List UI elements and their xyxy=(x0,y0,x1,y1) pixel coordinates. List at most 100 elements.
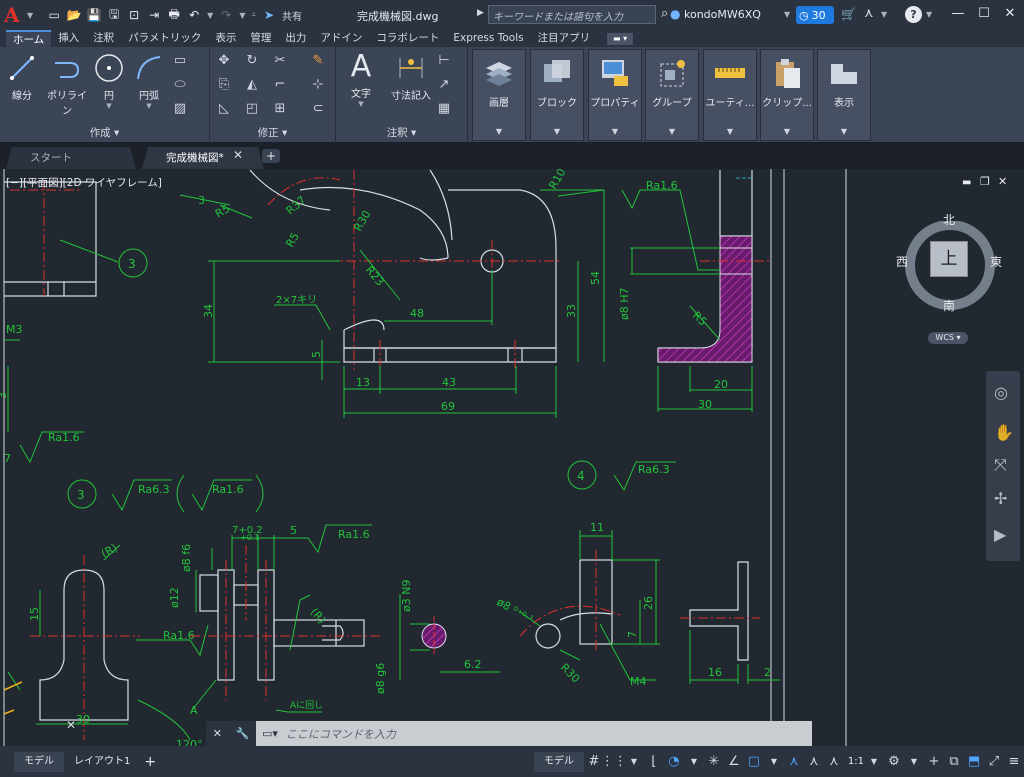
showmotion-icon[interactable]: ▶ xyxy=(994,525,1006,544)
open-web-icon[interactable]: ⊡ xyxy=(127,8,141,22)
layout1-tab[interactable]: レイアウト1 xyxy=(64,752,140,772)
model-tab[interactable]: モデル xyxy=(14,751,64,772)
subscription-badge[interactable]: ◷ 30 xyxy=(796,6,834,24)
polyline-button[interactable]: ポリライン xyxy=(44,53,90,117)
user-dropdown-icon[interactable]: ▼ xyxy=(784,10,790,19)
view-dropdown-icon[interactable]: ▼ xyxy=(818,127,870,136)
polar-dropdown-icon[interactable]: ▼ xyxy=(684,752,704,772)
tab-addins[interactable]: アドイン xyxy=(313,30,369,47)
fillet-icon[interactable]: ⌐ xyxy=(272,77,288,93)
plot-icon[interactable]: 🖶 xyxy=(167,7,181,22)
draw-panel-title[interactable]: 作成 ▾ xyxy=(0,125,209,140)
tab-home[interactable]: ホーム xyxy=(6,30,52,47)
text-dropdown-icon[interactable]: ▼ xyxy=(342,100,380,108)
tab-annotate[interactable]: 注釈 xyxy=(86,30,121,47)
rectangle-icon[interactable]: ▭ xyxy=(172,53,188,69)
tab-output[interactable]: 出力 xyxy=(278,30,313,47)
modify-panel-title[interactable]: 修正 ▾ xyxy=(210,125,335,140)
properties-dropdown-icon[interactable]: ▼ xyxy=(589,127,641,136)
annotation-scale-icon[interactable]: ⋏ xyxy=(824,752,844,772)
circle-button[interactable]: 円 ▼ xyxy=(92,53,126,110)
arc-button[interactable]: 円弧 ▼ xyxy=(132,53,166,110)
tab-featured-apps[interactable]: 注目アプリ xyxy=(531,30,598,47)
utilities-dropdown-icon[interactable]: ▼ xyxy=(704,127,756,136)
save-icon[interactable]: 💾 xyxy=(87,8,102,22)
scale-dropdown-icon[interactable]: ▼ xyxy=(864,752,884,772)
start-tab[interactable]: スタート xyxy=(6,147,136,169)
view-panel[interactable]: 表示 ▼ xyxy=(817,49,871,141)
hardware-acceleration-icon[interactable]: ⬒ xyxy=(964,752,984,772)
copy-icon[interactable]: ⎘ xyxy=(216,77,232,93)
command-customize-icon[interactable]: 🔧 xyxy=(236,727,250,740)
share-icon[interactable]: ➤ xyxy=(262,8,276,22)
clipboard-panel[interactable]: クリップ... ▼ xyxy=(760,49,814,141)
autodesk-app-icon[interactable]: ⋏ xyxy=(864,6,874,21)
clean-screen-icon[interactable]: ⤢ xyxy=(984,752,1004,772)
tab-close-icon[interactable]: ✕ xyxy=(233,148,243,162)
viewcube-west[interactable]: 西 xyxy=(896,253,908,270)
add-layout-icon[interactable]: + xyxy=(144,754,156,770)
customize-dropdown-icon[interactable]: ⩡ xyxy=(251,10,256,20)
arc-dropdown-icon[interactable]: ▼ xyxy=(132,102,166,110)
osnap-dropdown-icon[interactable]: ▼ xyxy=(764,752,784,772)
command-prompt-icon[interactable]: ▭▾ xyxy=(256,727,278,740)
customization-menu-icon[interactable]: ≡ xyxy=(1004,752,1024,772)
viewcube-top-face[interactable]: 上 xyxy=(930,241,968,277)
text-button[interactable]: A 文字 ▼ xyxy=(342,49,380,109)
offset-icon[interactable]: ⊂ xyxy=(310,101,326,117)
viewcube[interactable]: 上 北 南 西 東 xyxy=(896,213,1002,317)
wcs-menu[interactable]: WCS ▾ xyxy=(928,332,968,344)
autocad-logo[interactable]: A xyxy=(4,4,26,26)
minimize-button[interactable]: — xyxy=(947,6,969,24)
ortho-icon[interactable]: ⌊ xyxy=(644,752,664,772)
gear-dropdown-icon[interactable]: ▼ xyxy=(904,752,924,772)
ellipse-icon[interactable]: ⬭ xyxy=(172,77,188,93)
command-close-icon[interactable]: ✕ xyxy=(213,727,222,740)
tab-manage[interactable]: 管理 xyxy=(243,30,278,47)
close-button[interactable]: ✕ xyxy=(999,6,1021,24)
plus-icon[interactable]: + xyxy=(924,752,944,772)
properties-panel[interactable]: プロパティ ▼ xyxy=(588,49,642,141)
stretch-icon[interactable]: ◺ xyxy=(216,101,232,117)
block-panel[interactable]: ブロック ▼ xyxy=(530,49,584,141)
settings-gear-icon[interactable]: ⚙ xyxy=(884,752,904,772)
zoom-extents-icon[interactable]: ⤧ xyxy=(994,455,1007,475)
undo-icon[interactable]: ↶ xyxy=(187,8,201,22)
orbit-icon[interactable]: ✢ xyxy=(994,489,1007,508)
steering-wheel-icon[interactable]: ◎ xyxy=(994,383,1008,402)
object-snap-tracking-icon[interactable]: ∠ xyxy=(724,752,744,772)
save-as-icon[interactable]: 🖫 xyxy=(107,7,121,22)
drawing-canvas[interactable]: 3 R5 R37 R5 R30 R10 R23 Ra1.6 54 34 48 3… xyxy=(0,169,1024,746)
move-icon[interactable]: ✥ xyxy=(216,53,232,69)
viewcube-south[interactable]: 南 xyxy=(943,297,955,314)
model-space-button[interactable]: モデル xyxy=(533,751,584,772)
line-button[interactable]: 線分 xyxy=(4,53,40,102)
isolate-objects-icon[interactable]: ⧉ xyxy=(944,752,964,772)
cart-icon[interactable]: 🛒 xyxy=(841,7,856,21)
clipboard-dropdown-icon[interactable]: ▼ xyxy=(761,127,813,136)
user-name[interactable]: kondoMW6XQ xyxy=(684,8,761,21)
tab-parametric[interactable]: パラメトリック xyxy=(121,30,208,47)
isodraft-icon[interactable]: ✳ xyxy=(704,752,724,772)
dimension-button[interactable]: 寸法記入 xyxy=(388,53,434,102)
layers-panel[interactable]: 画層 ▼ xyxy=(472,49,526,141)
object-snap-icon[interactable]: ▢ xyxy=(744,752,764,772)
block-dropdown-icon[interactable]: ▼ xyxy=(531,127,583,136)
viewport-close-icon[interactable]: ✕ xyxy=(998,175,1007,188)
command-input[interactable]: ここにコマンドを入力 xyxy=(278,726,812,742)
search-input[interactable]: キーワードまたは語句を入力 xyxy=(488,5,656,24)
scale-value[interactable]: 1:1 xyxy=(848,756,864,767)
table-icon[interactable]: ▦ xyxy=(436,101,452,117)
leader-icon[interactable]: ↗ xyxy=(436,77,452,93)
polar-tracking-icon[interactable]: ◔ xyxy=(664,752,684,772)
mirror-icon[interactable]: ◭ xyxy=(244,77,260,93)
array-icon[interactable]: ⊞ xyxy=(272,101,288,117)
utilities-panel[interactable]: ユーティ... ▼ xyxy=(703,49,757,141)
viewport-minimize-icon[interactable]: ▬ xyxy=(962,177,971,188)
redo-dropdown-icon[interactable]: ▼ xyxy=(239,11,245,20)
scale-icon[interactable]: ◰ xyxy=(244,101,260,117)
layers-dropdown-icon[interactable]: ▼ xyxy=(473,127,525,136)
search-icon[interactable]: ⌕ xyxy=(661,6,668,21)
annotation-panel-title[interactable]: 注釈 ▾ xyxy=(336,125,467,140)
explode-icon[interactable]: ⊹ xyxy=(310,77,326,93)
